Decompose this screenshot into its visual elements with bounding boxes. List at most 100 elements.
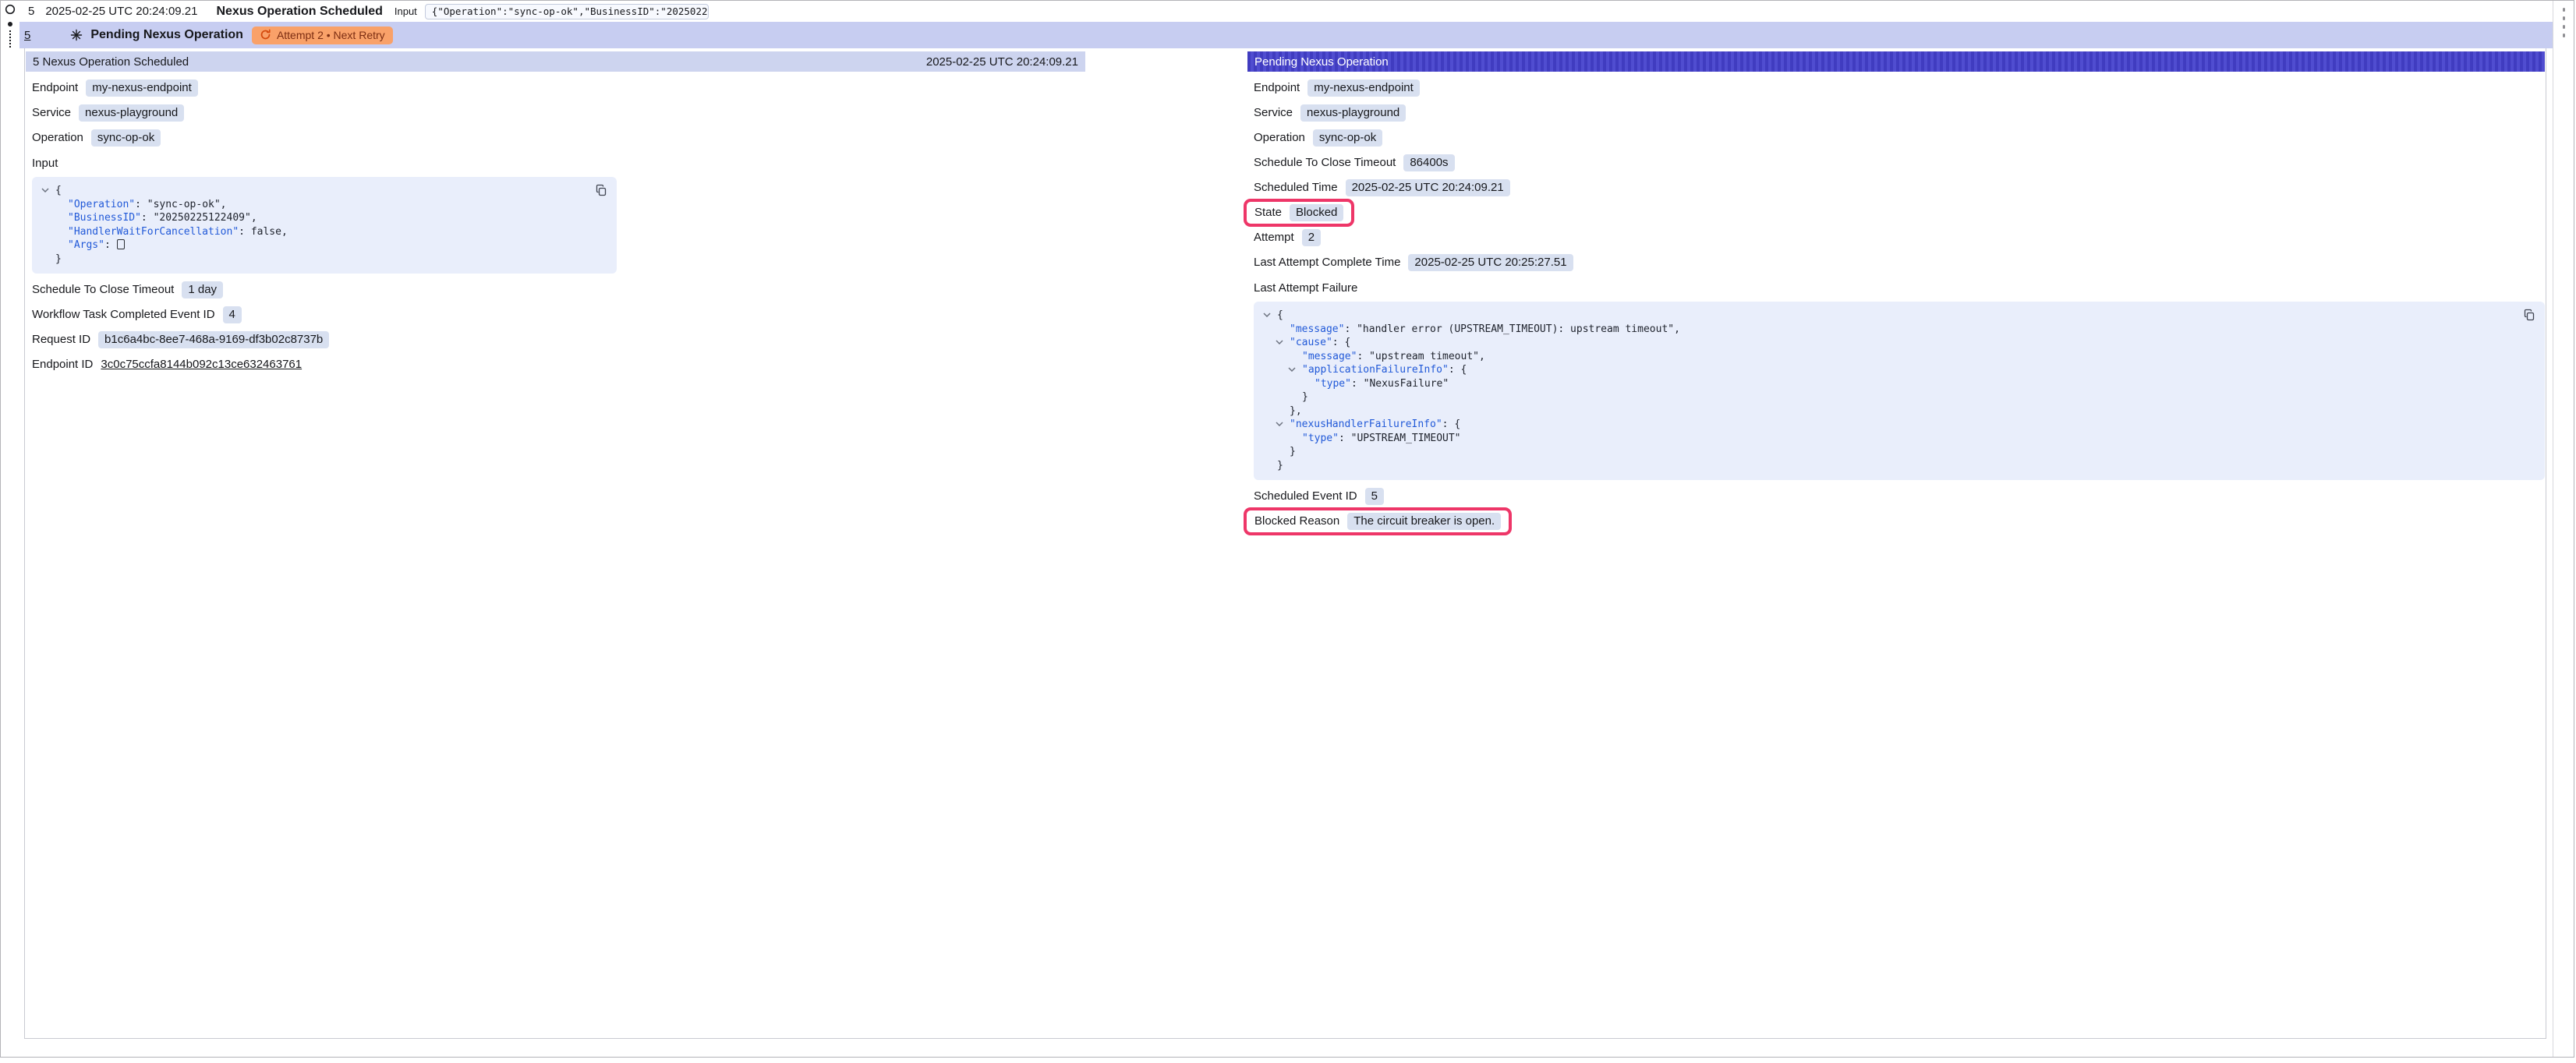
pending-event-id-link[interactable]: 5 xyxy=(24,29,30,42)
field-value: The circuit breaker is open. xyxy=(1347,513,1501,530)
code-line: "applicationFailureInfo": { xyxy=(1263,363,2535,377)
field-row-operation: Operation sync-op-ok xyxy=(1254,129,2545,147)
code-line: { xyxy=(41,184,607,198)
pending-fields-top: Endpointmy-nexus-endpointServicenexus-pl… xyxy=(1247,79,2545,271)
code-line: "type": "UPSTREAM_TIMEOUT" xyxy=(1263,432,2535,446)
timeline-dot-icon xyxy=(8,22,12,26)
event-details-panel: 5 Nexus Operation Scheduled 2025-02-25 U… xyxy=(24,48,2546,1039)
field-value: nexus-playground xyxy=(79,104,184,122)
field-value: 5 xyxy=(1365,488,1384,505)
failure-section-label: Last Attempt Failure xyxy=(1254,281,2545,295)
timeline-start-icon xyxy=(5,4,16,15)
field-value: 2025-02-25 UTC 20:24:09.21 xyxy=(1346,179,1510,196)
history-main-area: 5 2025-02-25 UTC 20:24:09.21 Nexus Opera… xyxy=(19,1,2553,1057)
history-row-event[interactable]: 5 2025-02-25 UTC 20:24:09.21 Nexus Opera… xyxy=(19,1,2553,22)
field-label: Schedule To Close Timeout xyxy=(1254,156,1396,169)
field-label: Request ID xyxy=(32,333,90,346)
history-row-pending-selected[interactable]: 5 Pending Nexus Operation Attempt 2 • Ne… xyxy=(19,22,2553,48)
code-line: "BusinessID": "20250225122409", xyxy=(41,211,607,225)
event-panel-title: 5 Nexus Operation Scheduled xyxy=(33,55,189,69)
field-row-endpoint: Endpointmy-nexus-endpoint xyxy=(32,79,1085,97)
timeline-gutter xyxy=(1,1,19,1057)
field-value: 1 day xyxy=(182,281,223,298)
collapse-chevron-icon[interactable] xyxy=(1276,422,1283,426)
scrollbar-rail[interactable] xyxy=(2553,1,2574,1057)
field-value: Blocked xyxy=(1290,204,1343,221)
field-value: sync-op-ok xyxy=(91,129,161,147)
field-label: Endpoint ID xyxy=(32,358,93,371)
code-line: }, xyxy=(1263,404,2535,418)
scrollbar-dot xyxy=(2563,8,2565,12)
scrollbar-dot xyxy=(2563,16,2565,20)
field-row-schedule-to-close-timeout: Schedule To Close Timeout 86400s xyxy=(1254,154,2545,171)
event-title: Nexus Operation Scheduled xyxy=(216,5,382,19)
code-line: "Operation": "sync-op-ok", xyxy=(41,198,607,212)
field-label: Endpoint xyxy=(1254,81,1300,94)
collapse-chevron-icon[interactable] xyxy=(41,188,49,192)
event-fields-top: Endpointmy-nexus-endpoint Service nexus-pl… xyxy=(26,79,1085,147)
field-row-state: State Blocked xyxy=(1254,203,2545,221)
field-label: Schedule To Close Timeout xyxy=(32,283,174,296)
pending-panel-title: Pending Nexus Operation xyxy=(1254,55,1389,69)
field-label: Operation xyxy=(1254,131,1305,144)
field-value[interactable]: 3c0c75ccfa8144b092c13ce632463761 xyxy=(101,358,302,371)
field-row-blocked-reason: Blocked Reason The circuit breaker is ope… xyxy=(1254,512,2545,530)
field-label: Workflow Task Completed Event ID xyxy=(32,308,215,321)
field-value: my-nexus-endpoint xyxy=(1307,79,1420,97)
empty-array-icon xyxy=(117,239,125,249)
field-value: sync-op-ok xyxy=(1313,129,1382,147)
field-value: 4 xyxy=(223,306,242,323)
field-value: 86400s xyxy=(1403,154,1454,171)
collapse-chevron-icon[interactable] xyxy=(1263,313,1271,317)
field-label: Scheduled Time xyxy=(1254,181,1338,194)
code-line: "message": "handler error (UPSTREAM_TIME… xyxy=(1263,323,2535,337)
field-row-request-id: Request ID b1c6a4bc-8ee7-468a-9169-df3b02… xyxy=(32,330,1085,348)
event-panel-timestamp: 2025-02-25 UTC 20:24:09.21 xyxy=(926,55,1078,69)
field-row-scheduled-time: Scheduled Time 2025-02-25 UTC 20:24:09.21 xyxy=(1254,178,2545,196)
event-id-link[interactable]: 5 xyxy=(28,5,34,18)
field-row-last-attempt-complete-time: Last Attempt Complete Time 2025-02-25 UTC… xyxy=(1254,253,2545,271)
annotation-highlight: Blocked Reason The circuit breaker is ope… xyxy=(1244,507,1512,535)
field-value: b1c6a4bc-8ee7-468a-9169-df3b02c8737b xyxy=(98,331,329,348)
field-label: Service xyxy=(32,106,71,119)
code-line: } xyxy=(1263,459,2535,473)
failure-json: {"message": "handler error (UPSTREAM_TIM… xyxy=(1263,309,2535,472)
field-row-operation: Operationsync-op-ok xyxy=(32,129,1085,147)
pending-panel-header: Pending Nexus Operation xyxy=(1247,51,2545,72)
code-line: "cause": { xyxy=(1263,336,2535,350)
collapse-chevron-icon[interactable] xyxy=(1276,340,1283,344)
scrollbar-dot xyxy=(2563,34,2565,37)
field-label: Attempt xyxy=(1254,231,1294,244)
temporal-event-history-window: 5 2025-02-25 UTC 20:24:09.21 Nexus Opera… xyxy=(0,0,2574,1058)
event-detail-column: 5 Nexus Operation Scheduled 2025-02-25 U… xyxy=(26,51,1085,1038)
event-panel-header: 5 Nexus Operation Scheduled 2025-02-25 U… xyxy=(26,51,1085,72)
code-line: } xyxy=(1263,390,2535,404)
event-fields-bottom: Schedule To Close Timeout 1 day Workflow T… xyxy=(26,281,1085,373)
nexus-asterisk-icon xyxy=(70,29,83,41)
field-label: State xyxy=(1254,206,1282,219)
field-row-service: Service nexus-playground xyxy=(32,104,1085,122)
code-line: "Args": xyxy=(41,238,607,253)
field-label: Last Attempt Complete Time xyxy=(1254,256,1400,269)
event-timestamp: 2025-02-25 UTC 20:24:09.21 xyxy=(45,5,197,18)
field-value: 2025-02-25 UTC 20:25:27.51 xyxy=(1408,254,1573,271)
field-label: Blocked Reason xyxy=(1254,514,1339,528)
annotation-highlight: State Blocked xyxy=(1244,199,1354,227)
failure-code-block: {"message": "handler error (UPSTREAM_TIM… xyxy=(1254,302,2545,480)
scrollbar-dot xyxy=(2563,25,2565,29)
input-json: {"Operation": "sync-op-ok","BusinessID":… xyxy=(41,184,607,266)
field-row-endpoint-id: Endpoint ID 3c0c75ccfa8144b092c13ce632463… xyxy=(32,355,1085,373)
attempt-retry-badge: Attempt 2 • Next Retry xyxy=(252,26,393,44)
code-line: "nexusHandlerFailureInfo": { xyxy=(1263,418,2535,432)
collapse-chevron-icon[interactable] xyxy=(1288,367,1296,372)
field-label: Endpoint xyxy=(32,81,78,94)
code-line: } xyxy=(1263,445,2535,459)
pending-operation-column: Pending Nexus Operation Endpoint my-nexus… xyxy=(1247,51,2545,1038)
code-line: "HandlerWaitForCancellation": false, xyxy=(41,225,607,239)
field-row-endpoint: Endpoint my-nexus-endpoint xyxy=(1254,79,2545,97)
field-row-workflow-task-completed-event-id: Workflow Task Completed Event ID 4 xyxy=(32,305,1085,323)
input-preview-chip: {"Operation":"sync-op-ok","BusinessID":"… xyxy=(425,4,709,19)
event-input-label: Input xyxy=(395,5,417,17)
input-code-block: {"Operation": "sync-op-ok","BusinessID":… xyxy=(32,177,617,274)
code-line: } xyxy=(41,253,607,267)
